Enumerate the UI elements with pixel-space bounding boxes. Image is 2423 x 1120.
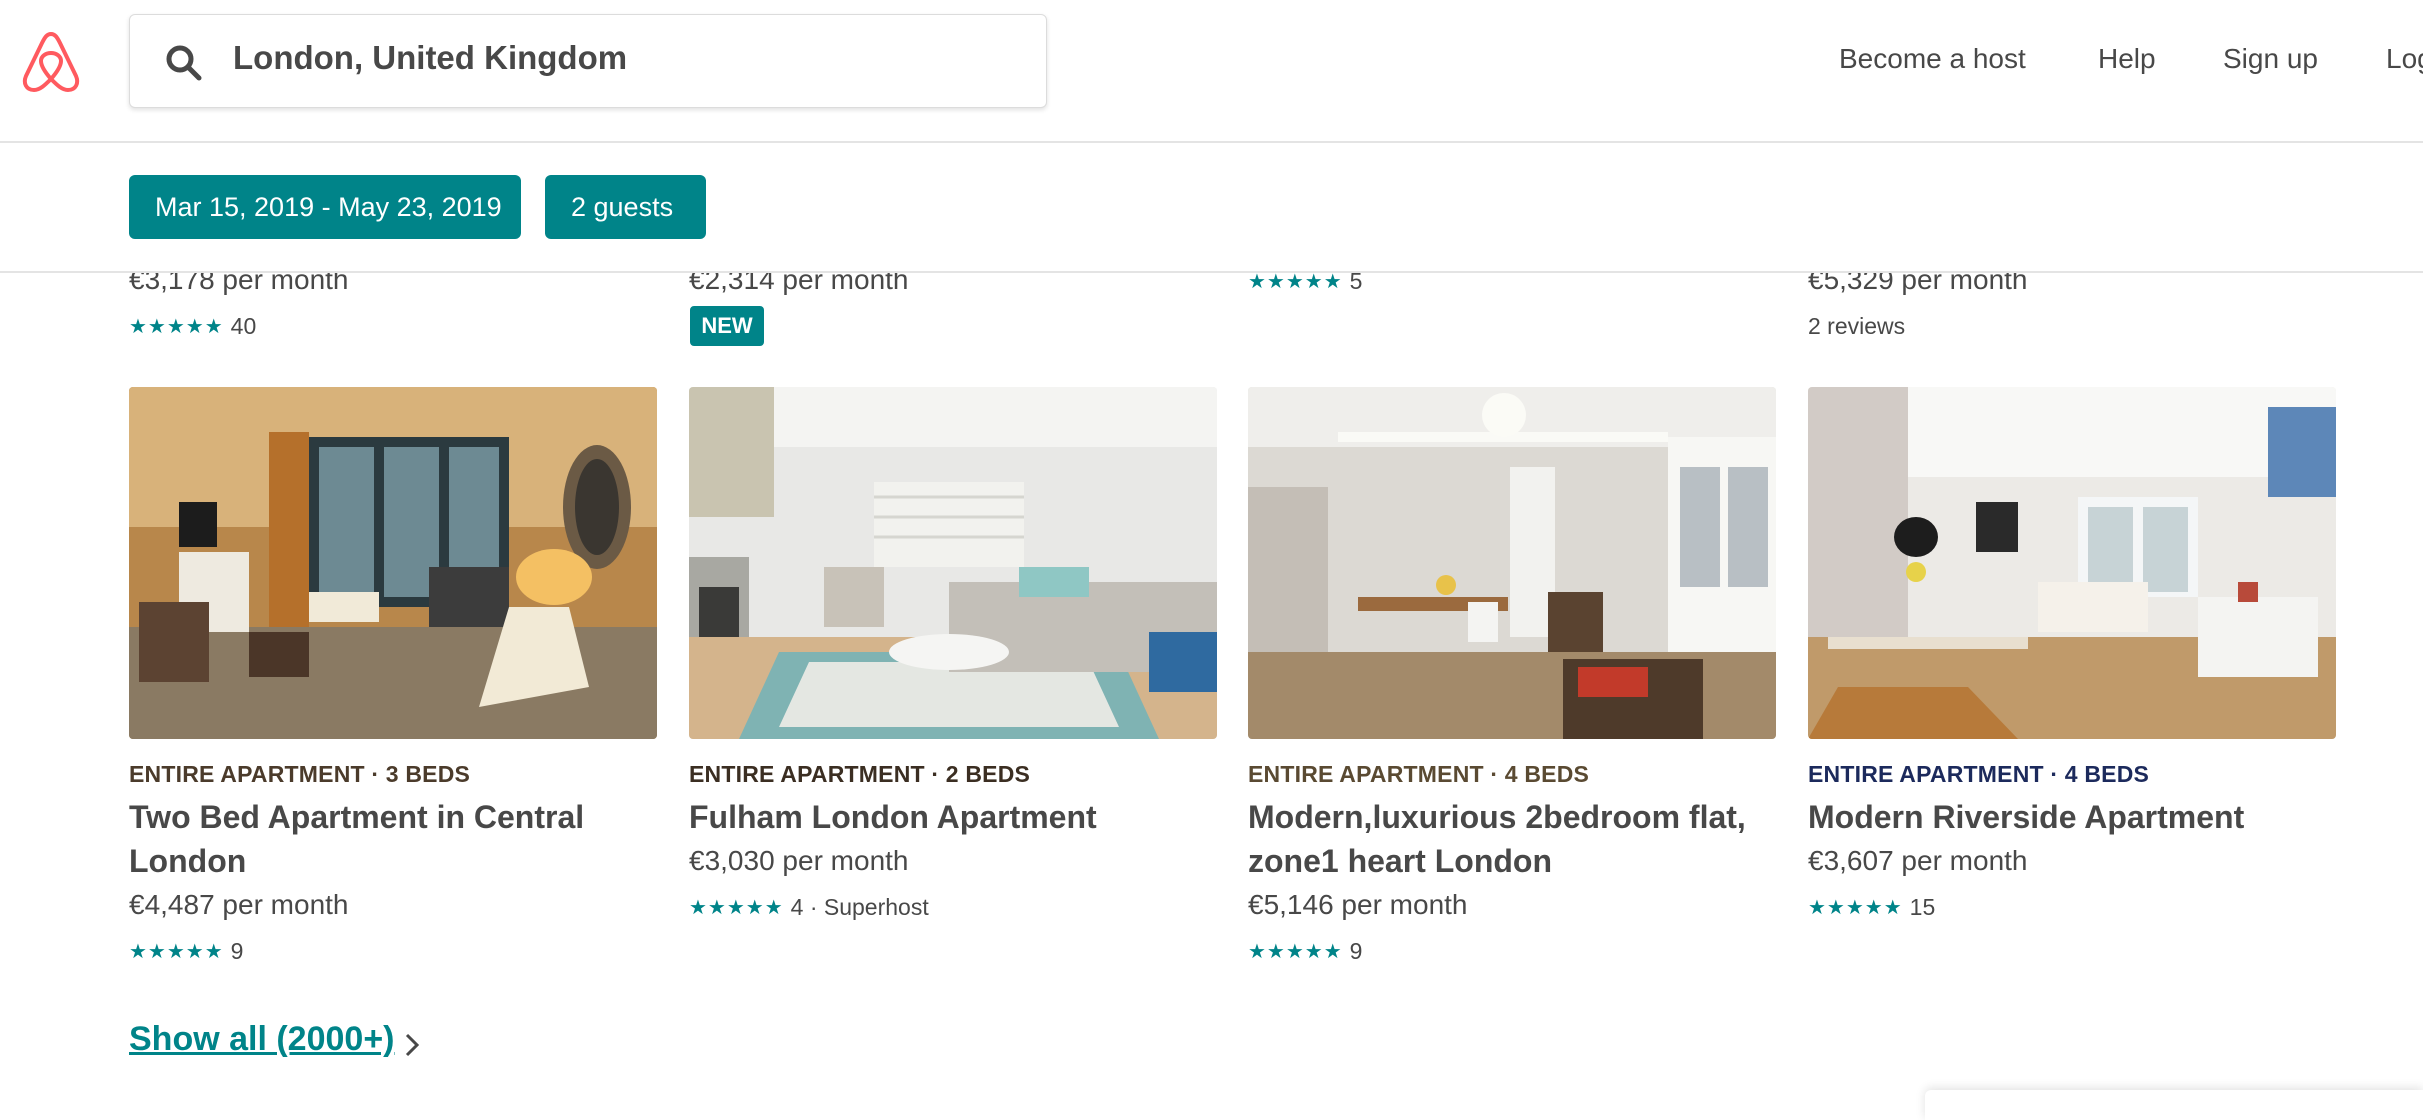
listing-type: ENTIRE APARTMENT · 4 BEDS [1248,761,1590,787]
listing-card[interactable]: ENTIRE APARTMENT · 4 BEDS Modern Riversi… [1808,387,2336,920]
listing-title[interactable]: Modern Riverside Apartment [1808,795,2336,839]
review-count: 4 · Superhost [790,893,929,920]
chevron-right-icon[interactable] [404,1032,420,1058]
listing-rating: ★★★★★ 9 [1248,936,1362,966]
listing-photo[interactable] [1808,387,2336,739]
floating-panel [1925,1090,2423,1120]
star-rating-icon: ★★★★★ [1248,940,1343,963]
guests-filter-button[interactable]: 2 guests [545,175,706,239]
review-count: 9 [1349,937,1363,964]
listing-title[interactable]: Modern,luxurious 2bedroom flat, zone1 he… [1248,795,1776,883]
listing-type: ENTIRE APARTMENT · 2 BEDS [689,761,1031,787]
listing-title[interactable]: Fulham London Apartment [689,795,1217,839]
listing-type: ENTIRE APARTMENT · 3 BEDS [129,761,471,787]
star-rating-icon: ★★★★★ [689,896,784,919]
listing-photo[interactable] [1248,387,1776,739]
listing-price: €4,487 per month [129,889,349,920]
listing-rating: ★★★★★ 40 [129,311,256,341]
review-count: 15 [1909,893,1936,920]
filter-bar: Mar 15, 2019 - May 23, 2019 2 guests [0,143,2423,273]
star-rating-icon: ★★★★★ [129,940,224,963]
listing-price: €5,146 per month [1248,889,1468,920]
star-rating-icon: ★★★★★ [1808,896,1903,919]
listing-type: ENTIRE APARTMENT · 4 BEDS [1808,761,2150,787]
listing-rating: ★★★★★ 15 [1808,892,1935,922]
listing-card[interactable]: ENTIRE APARTMENT · 4 BEDS Modern,luxurio… [1248,387,1776,964]
show-all-link[interactable]: Show all (2000+) [129,1020,395,1059]
listing-photo[interactable] [689,387,1217,739]
listing-price: €3,030 per month [689,845,909,876]
listing-rating: ★★★★★ 4 · Superhost [689,892,929,922]
listing-card[interactable]: ENTIRE APARTMENT · 2 BEDS Fulham London … [689,387,1217,920]
listing-card[interactable]: ENTIRE APARTMENT · 3 BEDS Two Bed Apartm… [129,387,657,964]
star-rating-icon: ★★★★★ [129,315,224,338]
new-badge: NEW [690,306,764,346]
listing-rating: 2 reviews [1808,311,1905,341]
listing-rating: ★★★★★ 9 [129,936,243,966]
listing-price: €3,607 per month [1808,845,2028,876]
dates-filter-button[interactable]: Mar 15, 2019 - May 23, 2019 [129,175,521,239]
review-count: 9 [230,937,244,964]
listing-title[interactable]: Two Bed Apartment in Central London [129,795,657,883]
review-count: 2 reviews [1808,312,1906,339]
listing-photo[interactable] [129,387,657,739]
review-count: 40 [230,312,257,339]
